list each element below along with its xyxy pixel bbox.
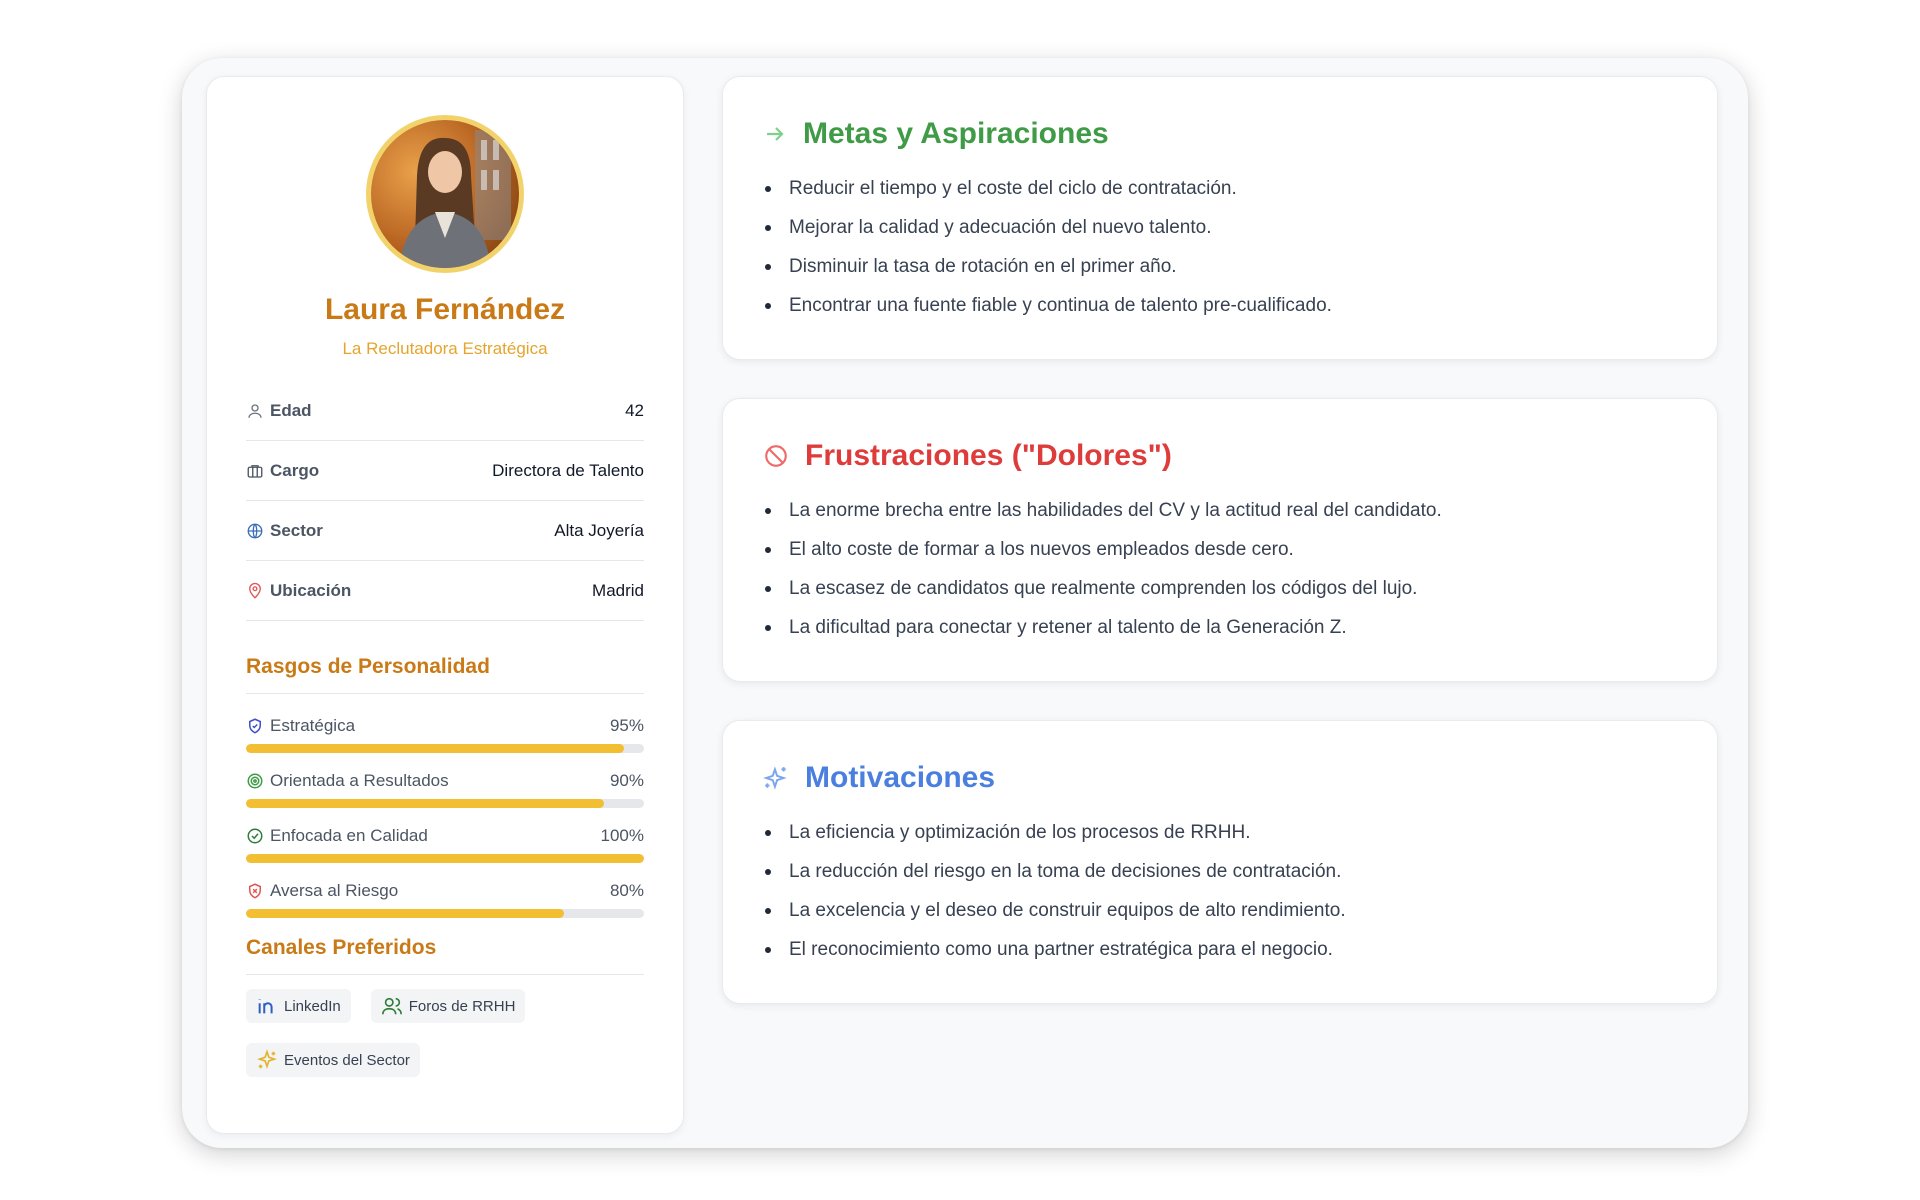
traits-list: Estratégica 95% Orientada a Resultados 9… [246,716,644,918]
list-item: Disminuir la tasa de rotación en el prim… [763,247,1677,286]
persona-subtitle: La Reclutadora Estratégica [342,339,548,358]
list-item: El reconocimiento como una partner estra… [763,930,1677,969]
motivations-card: Motivaciones La eficiencia y optimizació… [722,720,1718,1004]
profile-card: Laura Fernández La Reclutadora Estratégi… [206,76,684,1134]
channel-chip-linkedin[interactable]: LinkedIn [246,989,351,1023]
trait-bar [246,744,644,753]
list-item: Encontrar una fuente fiable y continua d… [763,286,1677,325]
trait-resultados: Orientada a Resultados 90% [246,771,644,808]
motivations-list: La eficiencia y optimización de los proc… [763,813,1677,969]
linkedin-icon [258,999,273,1014]
channel-chip-eventos[interactable]: Eventos del Sector [246,1043,420,1077]
list-item: La reducción del riesgo en la toma de de… [763,852,1677,891]
shield-check-icon [249,718,261,734]
trait-percent: 90% [609,771,644,790]
info-label: Cargo [270,460,320,480]
trait-label: Estratégica [270,716,356,735]
channel-chip-foros[interactable]: Foros de RRHH [370,989,526,1023]
frustrations-list: La enorme brecha entre las habilidades d… [763,491,1677,647]
trait-calidad: Enfocada en Calidad 100% [246,826,644,863]
user-icon [248,403,262,418]
goals-card: Metas y Aspiraciones Reducir el tiempo y… [722,76,1718,360]
info-value: 42 [625,400,644,420]
motivations-title: Motivaciones [805,761,996,794]
trait-estrategica: Estratégica 95% [246,716,644,753]
trait-bar-fill [246,854,644,863]
trait-bar-fill [246,909,565,918]
list-item: La escasez de candidatos que realmente c… [763,569,1677,608]
trait-label: Orientada a Resultados [270,771,449,790]
avatar [366,115,524,273]
frustrations-title: Frustraciones ("Dolores") [805,439,1172,472]
info-label: Sector [270,520,323,540]
map-pin-icon [249,582,261,599]
trait-percent: 95% [609,716,644,735]
sparkles-icon [257,1049,277,1070]
list-item: La eficiencia y optimización de los proc… [763,813,1677,852]
info-label: Ubicación [270,580,352,600]
globe-icon [247,523,263,538]
trait-label: Enfocada en Calidad [270,826,428,845]
sparkles-icon [763,766,787,790]
channel-label: LinkedIn [284,997,341,1015]
list-item: Mejorar la calidad y adecuación del nuev… [763,208,1677,247]
goals-title: Metas y Aspiraciones [803,117,1109,150]
trait-riesgo: Aversa al Riesgo 80% [246,881,644,918]
target-icon [247,773,263,789]
channel-label: Foros de RRHH [408,997,516,1015]
info-value: Alta Joyería [554,520,644,540]
persona-name: Laura Fernández [324,293,566,326]
shield-alert-icon [249,883,261,899]
info-row-ubicacion: Ubicación Madrid [246,561,644,621]
list-item: La excelencia y el deseo de construir eq… [763,891,1677,930]
trait-percent: 80% [609,881,644,900]
channels-title: Canales Preferidos [246,936,644,975]
trait-bar [246,799,644,808]
info-label: Edad [270,400,312,420]
list-item: La dificultad para conectar y retener al… [763,608,1677,647]
users-icon [381,997,402,1015]
info-row-sector: Sector Alta Joyería [246,501,644,561]
info-row-edad: Edad 42 [246,381,644,441]
trait-percent: 100% [600,826,644,845]
channel-label: Eventos del Sector [284,1051,410,1069]
info-value: Madrid [592,580,644,600]
list-item: Reducir el tiempo y el coste del ciclo d… [763,169,1677,208]
frustrations-card: Frustraciones ("Dolores") La enorme brec… [722,398,1718,682]
traits-title: Rasgos de Personalidad [246,655,644,694]
list-item: El alto coste de formar a los nuevos emp… [763,530,1677,569]
channels-list: LinkedIn Foros de RRHH Eventos del Secto… [246,989,644,1077]
persona-frame: Laura Fernández La Reclutadora Estratégi… [182,58,1748,1148]
trait-bar [246,909,644,918]
info-list: Edad 42 Cargo Directora de Talento Secto… [246,381,644,621]
check-circle-icon [247,828,263,844]
info-row-cargo: Cargo Directora de Talento [246,441,644,501]
detail-cards: Metas y Aspiraciones Reducir el tiempo y… [722,76,1718,1042]
trait-bar-fill [246,799,605,808]
trait-bar [246,854,644,863]
list-item: La enorme brecha entre las habilidades d… [763,491,1677,530]
briefcase-icon [247,464,263,478]
trait-bar-fill [246,744,625,753]
trait-label: Aversa al Riesgo [270,881,399,900]
goals-list: Reducir el tiempo y el coste del ciclo d… [763,169,1677,325]
ban-icon [765,445,787,467]
info-value: Directora de Talento [492,460,644,480]
arrow-right-icon [767,127,784,141]
